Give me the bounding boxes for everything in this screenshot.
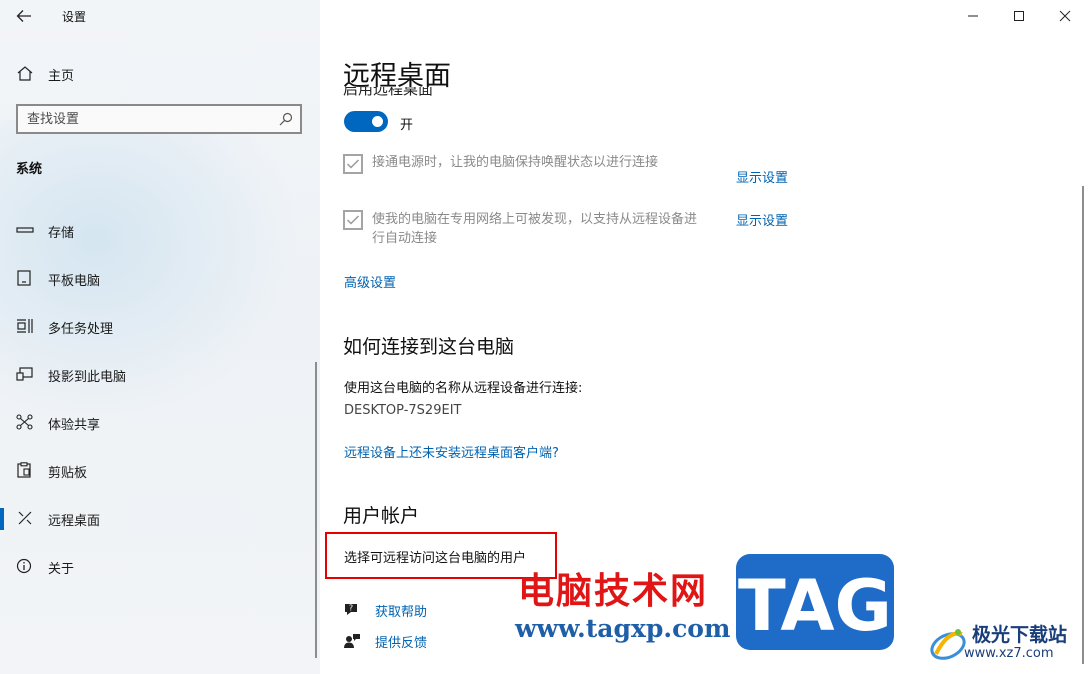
sidebar-item-label: 投影到此电脑 [48,370,127,385]
search-icon[interactable] [279,112,293,126]
watermark-site-url: www.tagxp.com [515,614,731,643]
discoverable-text-line2: 行自动连接 [372,231,438,246]
feedback-link[interactable]: 提供反馈 [375,632,427,651]
sidebar-item-remote-desktop[interactable]: 远程桌面 [0,500,320,536]
enable-remote-desktop-heading: 启用远程桌面 [343,87,434,98]
remote-desktop-icon [18,511,32,525]
display-settings-link-2[interactable]: 显示设置 [736,210,788,229]
user-accounts-heading: 用户帐户 [343,505,420,527]
section-label-system: 系统 [16,162,43,177]
checkmark-icon [346,159,360,169]
search-box[interactable] [16,104,302,134]
clipboard-icon [17,462,31,478]
watermark-tag-logo: TAG [736,554,894,650]
sidebar-item-about[interactable]: 关于 [0,548,320,584]
search-input[interactable] [18,106,268,132]
logo-url: www.xz7.com [964,646,1054,661]
back-button[interactable] [10,4,38,28]
keep-awake-text: 接通电源时，让我的电脑保持唤醒状态以进行连接 [372,155,659,170]
projecting-icon [16,367,33,381]
main-scrollbar[interactable] [1082,186,1084,664]
app-title: 设置 [62,10,87,24]
sidebar-item-label: 存储 [48,226,75,241]
storage-icon [16,227,34,233]
toggle-knob [372,116,383,127]
home-icon [17,66,33,81]
keep-awake-checkbox[interactable] [343,154,363,174]
svg-text:?: ? [349,604,353,613]
tablet-icon [17,270,31,286]
remote-desktop-toggle[interactable] [344,111,388,132]
minimize-button[interactable] [950,0,996,32]
tag-logo-graphic: TAG [738,565,892,647]
sidebar-item-tablet[interactable]: 平板电脑 [0,260,320,296]
sidebar: 设置 主页 系统 存储 平板电脑 多任务处理 [0,0,320,674]
close-icon [1059,10,1071,22]
get-help-link[interactable]: 获取帮助 [375,601,427,620]
close-button[interactable] [1042,0,1088,32]
sidebar-item-projecting[interactable]: 投影到此电脑 [0,356,320,392]
maximize-icon [1014,11,1024,21]
get-help-icon: ? [345,604,357,615]
sidebar-item-home[interactable]: 主页 [0,58,320,88]
checkmark-icon [346,215,360,225]
logo-title: 极光下载站 [972,624,1068,646]
selected-indicator [0,508,4,530]
sidebar-item-shared-experiences[interactable]: 体验共享 [0,404,320,440]
sidebar-item-clipboard[interactable]: 剪贴板 [0,452,320,488]
advanced-settings-link[interactable]: 高级设置 [344,272,396,291]
pc-name: DESKTOP-7S29EIT [344,403,462,418]
tag-logo-text: TAG [738,565,892,647]
minimize-icon [968,15,978,17]
toggle-state-label: 开 [400,118,414,133]
sidebar-scrollbar[interactable] [315,362,317,658]
sidebar-item-multitasking[interactable]: 多任务处理 [0,308,320,344]
sidebar-item-storage[interactable]: 存储 [0,212,320,248]
watermark-download-logo: 极光下载站 www.xz7.com [928,618,1083,670]
discoverable-text-line1: 使我的电脑在专用网络上可被发现，以支持从远程设备进 [372,212,698,227]
sidebar-item-label: 多任务处理 [48,322,114,337]
enable-remote-desktop-heading-clip: 启用远程桌面 [343,87,543,99]
connect-section-heading: 如何连接到这台电脑 [343,336,515,358]
sidebar-item-label: 体验共享 [48,418,101,433]
sidebar-item-label: 主页 [48,69,75,84]
info-icon [16,558,32,574]
display-settings-link-1[interactable]: 显示设置 [736,167,788,186]
connect-description: 使用这台电脑的名称从远程设备进行连接: [344,381,583,396]
sidebar-item-label: 关于 [48,562,75,577]
watermark-site-name: 电脑技术网 [518,571,709,612]
aurora-logo-icon [930,629,966,660]
maximize-button[interactable] [996,0,1042,32]
sidebar-item-label: 剪贴板 [48,466,88,481]
back-arrow-icon [16,10,31,22]
sidebar-item-label: 平板电脑 [48,274,101,289]
shared-experiences-icon [16,414,33,430]
feedback-icon [344,634,360,648]
multitasking-icon [17,319,33,333]
client-not-installed-link[interactable]: 远程设备上还未安装远程桌面客户端? [344,442,559,461]
sidebar-item-label: 远程桌面 [48,514,101,529]
discoverable-checkbox[interactable] [343,210,363,230]
